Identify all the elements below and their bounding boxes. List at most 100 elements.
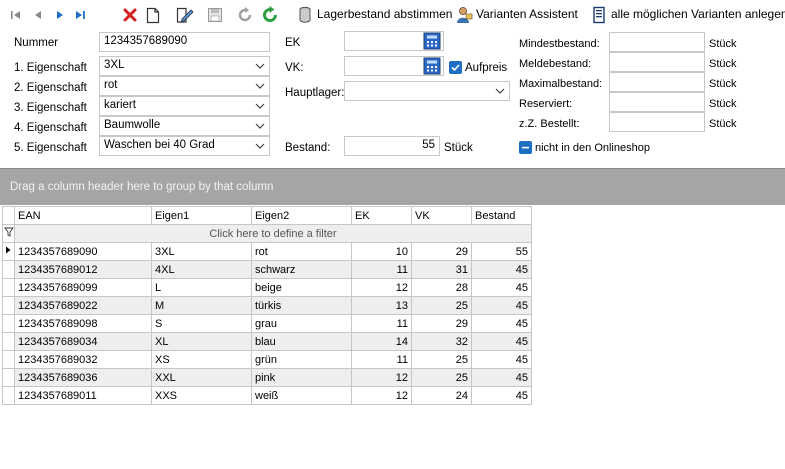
onlineshop-checkbox[interactable] (519, 141, 532, 154)
cell-ek[interactable]: 12 (351, 278, 412, 297)
cell-vk[interactable]: 32 (411, 332, 472, 351)
alle-varianten-anlegen-button[interactable]: alle möglichen Varianten anlegen (611, 7, 785, 21)
column-header-ek[interactable]: EK (351, 206, 412, 225)
cell-eigen1[interactable]: 4XL (151, 260, 252, 279)
table-row[interactable]: 1234357689034 XL blau 14 32 45 (2, 332, 532, 351)
cell-ek[interactable]: 11 (351, 350, 412, 369)
cell-vk[interactable]: 25 (411, 296, 472, 315)
eigenschaft-2-select[interactable]: rot (99, 76, 270, 96)
lagerbestand-abstimmen-button[interactable]: Lagerbestand abstimmen (317, 7, 452, 21)
variants-document-icon[interactable] (592, 6, 606, 24)
cell-eigen1[interactable]: XL (151, 332, 252, 351)
cell-ean[interactable]: 1234357689034 (14, 332, 152, 351)
cell-ean[interactable]: 1234357689099 (14, 278, 152, 297)
cell-eigen1[interactable]: XS (151, 350, 252, 369)
cell-eigen2[interactable]: rot (251, 242, 352, 261)
eigenschaft-1-select[interactable]: 3XL (99, 56, 270, 76)
eigenschaft-3-select[interactable]: kariert (99, 96, 270, 116)
cell-bestand[interactable]: 45 (471, 296, 532, 315)
cell-ean[interactable]: 1234357689036 (14, 368, 152, 387)
cell-vk[interactable]: 25 (411, 368, 472, 387)
table-row[interactable]: 1234357689022 Mtürkis 13 25 45 (2, 296, 532, 315)
column-header-eigen1[interactable]: Eigen1 (151, 206, 252, 225)
cell-bestand[interactable]: 45 (471, 386, 532, 405)
cell-ek[interactable]: 11 (351, 260, 412, 279)
cell-eigen2[interactable]: grün (251, 350, 352, 369)
new-document-icon[interactable] (146, 6, 160, 24)
eigenschaft-4-select[interactable]: Baumwolle (99, 116, 270, 136)
delete-icon[interactable] (122, 6, 138, 24)
filter-hint[interactable]: Click here to define a filter (14, 224, 532, 243)
cell-ean[interactable]: 1234357689090 (14, 242, 152, 261)
cell-ek[interactable]: 12 (351, 386, 412, 405)
column-header-eigen2[interactable]: Eigen2 (251, 206, 352, 225)
cell-ean[interactable]: 1234357689098 (14, 314, 152, 333)
cell-eigen2[interactable]: türkis (251, 296, 352, 315)
filter-row[interactable]: Click here to define a filter (2, 224, 532, 243)
cell-eigen2[interactable]: grau (251, 314, 352, 333)
cell-vk[interactable]: 29 (411, 242, 472, 261)
cell-ek[interactable]: 14 (351, 332, 412, 351)
undo-icon[interactable] (237, 6, 253, 24)
varianten-assistent-button[interactable]: Varianten Assistent (476, 7, 578, 21)
hauptlager-select[interactable] (344, 81, 510, 101)
cell-ek[interactable]: 12 (351, 368, 412, 387)
save-icon[interactable] (207, 6, 223, 24)
mindestbestand-input[interactable] (609, 32, 705, 52)
reserviert-input[interactable] (609, 92, 705, 112)
cell-ean[interactable]: 1234357689012 (14, 260, 152, 279)
nummer-input[interactable]: 1234357689090 (99, 32, 270, 52)
meldebestand-input[interactable] (609, 52, 705, 72)
bestand-input[interactable]: 55 (344, 136, 440, 156)
cell-eigen1[interactable]: L (151, 278, 252, 297)
cell-bestand[interactable]: 45 (471, 368, 532, 387)
cell-eigen2[interactable]: schwarz (251, 260, 352, 279)
cell-ean[interactable]: 1234357689022 (14, 296, 152, 315)
cell-eigen1[interactable]: M (151, 296, 252, 315)
cell-eigen2[interactable]: pink (251, 368, 352, 387)
table-row[interactable]: 1234357689090 3XL rot 10 29 55 (2, 242, 532, 261)
cell-eigen1[interactable]: XXL (151, 368, 252, 387)
cell-vk[interactable]: 25 (411, 350, 472, 369)
inventory-icon[interactable] (298, 6, 312, 24)
wizard-user-icon[interactable] (455, 6, 473, 24)
table-row[interactable]: 1234357689098 Sgrau 11 29 45 (2, 314, 532, 333)
column-header-bestand[interactable]: Bestand (471, 206, 532, 225)
cell-vk[interactable]: 29 (411, 314, 472, 333)
cell-eigen2[interactable]: beige (251, 278, 352, 297)
cell-bestand[interactable]: 45 (471, 314, 532, 333)
cell-ek[interactable]: 10 (351, 242, 412, 261)
cell-ek[interactable]: 13 (351, 296, 412, 315)
cell-eigen2[interactable]: blau (251, 332, 352, 351)
cell-eigen2[interactable]: weiß (251, 386, 352, 405)
table-row[interactable]: 1234357689099 Lbeige 12 28 45 (2, 278, 532, 297)
cell-bestand[interactable]: 55 (471, 242, 532, 261)
cell-bestand[interactable]: 45 (471, 332, 532, 351)
aufpreis-checkbox[interactable] (449, 61, 462, 74)
cell-ean[interactable]: 1234357689011 (14, 386, 152, 405)
cell-vk[interactable]: 24 (411, 386, 472, 405)
refresh-icon[interactable] (261, 6, 279, 24)
cell-ek[interactable]: 11 (351, 314, 412, 333)
eigenschaft-5-select[interactable]: Waschen bei 40 Grad (99, 136, 270, 156)
cell-ean[interactable]: 1234357689032 (14, 350, 152, 369)
column-header-vk[interactable]: VK (411, 206, 472, 225)
first-record-icon[interactable] (10, 6, 22, 24)
table-row[interactable]: 1234357689032 XS grün 11 25 45 (2, 350, 532, 369)
table-row[interactable]: 1234357689011 XXS weiß 12 24 45 (2, 386, 532, 405)
calculator-icon[interactable] (423, 32, 441, 50)
previous-record-icon[interactable] (32, 6, 44, 24)
calculator-icon[interactable] (423, 57, 441, 75)
column-header-ean[interactable]: EAN (14, 206, 152, 225)
last-record-icon[interactable] (74, 6, 88, 24)
cell-bestand[interactable]: 45 (471, 350, 532, 369)
group-by-panel[interactable]: Drag a column header here to group by th… (0, 169, 785, 205)
edit-document-icon[interactable] (176, 6, 194, 24)
maximalbestand-input[interactable] (609, 72, 705, 92)
table-row[interactable]: 1234357689012 4XL schwarz 11 31 45 (2, 260, 532, 279)
cell-eigen1[interactable]: S (151, 314, 252, 333)
bestellt-input[interactable] (609, 112, 705, 132)
table-row[interactable]: 1234357689036 XXL pink 12 25 45 (2, 368, 532, 387)
next-record-icon[interactable] (54, 6, 66, 24)
cell-eigen1[interactable]: 3XL (151, 242, 252, 261)
